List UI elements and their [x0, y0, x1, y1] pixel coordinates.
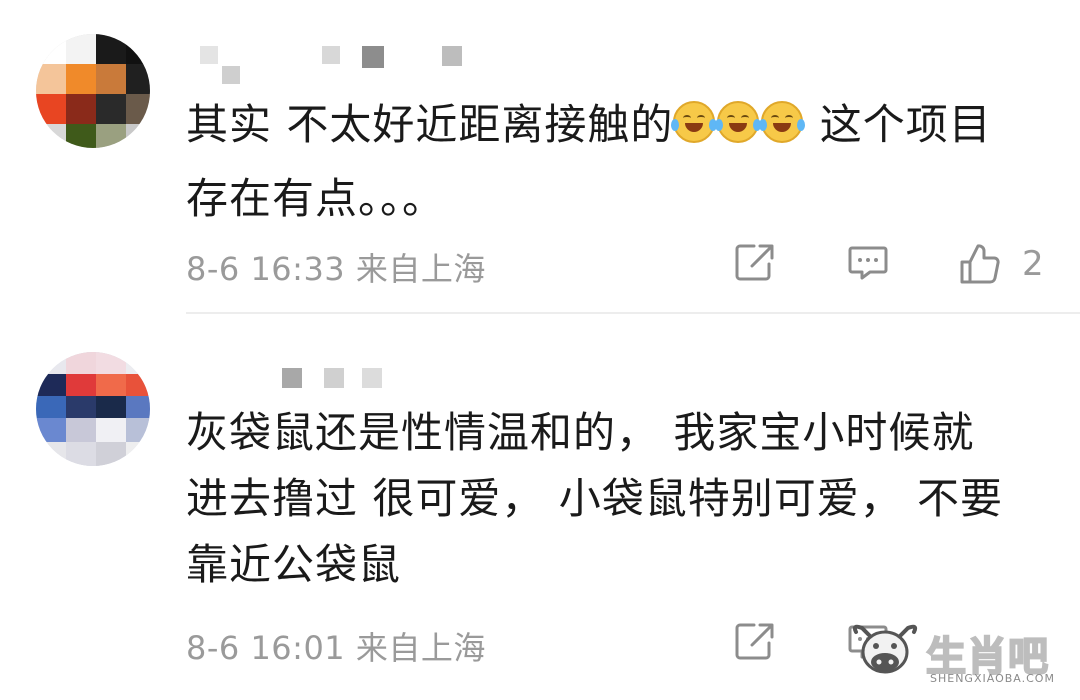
timestamp: 8-6 16:33 — [186, 250, 346, 288]
share-button[interactable] — [732, 619, 776, 663]
comment-text: 其实 不太好近距离接触的 这个项目 存在有点。。。 — [186, 88, 1046, 236]
share-button[interactable] — [732, 240, 776, 284]
avatar-mosaic-icon — [36, 352, 150, 466]
comment-meta: 8-6 16:01 来自上海 — [186, 623, 486, 669]
location: 来自上海 — [355, 250, 486, 288]
divider — [186, 312, 1080, 314]
like-count: 2 — [1022, 244, 1044, 284]
comment-item: 其实 不太好近距离接触的 这个项目 存在有点。。。 8-6 16:33 来自上海… — [0, 0, 1080, 312]
comment-button[interactable] — [846, 240, 890, 284]
laughing-crying-emoji-icon — [671, 101, 718, 143]
comment-text-line: 存在有点。。。 — [186, 174, 446, 223]
laughing-crying-emoji-icon — [759, 101, 806, 143]
avatar-mosaic-icon — [36, 34, 150, 148]
avatar[interactable] — [36, 34, 150, 148]
ox-head-icon — [852, 624, 918, 674]
comment-text: 灰袋鼠还是性情温和的， 我家宝小时候就 进去撸过 很可爱， 小袋鼠特别可爱， 不… — [186, 400, 1046, 598]
watermark-subtext: SHENGXIAOBA.COM — [930, 672, 1055, 685]
comment-icon — [848, 246, 888, 280]
comment-text-tail: 这个项目 — [819, 100, 992, 149]
comment-text-line: 其实 不太好近距离接触的 — [186, 100, 674, 149]
laughing-crying-emoji-icon — [715, 101, 762, 143]
comment-text-line: 靠近公袋鼠 — [186, 540, 402, 589]
comment-text-line: 进去撸过 很可爱， 小袋鼠特别可爱， 不要 — [186, 474, 1004, 523]
share-icon — [735, 623, 774, 660]
avatar[interactable] — [36, 352, 150, 466]
share-icon — [735, 244, 774, 281]
location: 来自上海 — [355, 629, 486, 667]
comment-meta: 8-6 16:33 来自上海 — [186, 244, 486, 290]
like-button[interactable]: 2 — [956, 240, 1044, 288]
thumbs-up-icon — [960, 244, 1000, 284]
watermark-logo: 生肖吧 SHENGXIAOBA.COM — [850, 622, 1060, 692]
comment-text-line: 灰袋鼠还是性情温和的， 我家宝小时候就 — [186, 408, 975, 457]
timestamp: 8-6 16:01 — [186, 629, 346, 667]
